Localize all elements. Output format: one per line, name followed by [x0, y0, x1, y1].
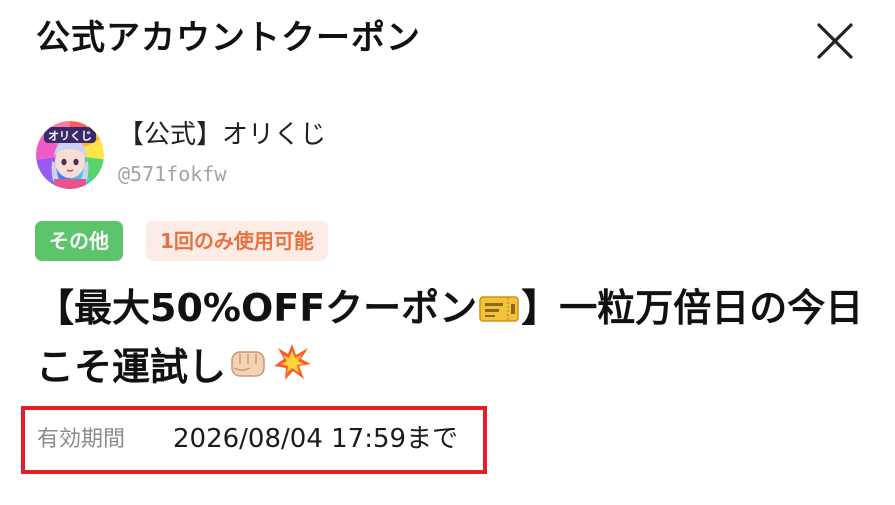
collision-icon [272, 341, 312, 397]
coupon-title-part1: 【最大50%OFFクーポン [36, 286, 478, 330]
svg-text:オリくじ: オリくじ [48, 130, 92, 143]
validity-period-highlight: 有効期間 2026/08/04 17:59まで [21, 406, 487, 474]
account-name[interactable]: 【公式】オリくじ [118, 117, 326, 153]
avatar-icon: オリくじ [36, 121, 104, 189]
account-id: @571fokfw [118, 162, 227, 186]
page-title: 公式アカウントクーポン [36, 18, 421, 58]
fist-icon [228, 341, 268, 397]
avatar[interactable]: オリくじ [36, 121, 104, 189]
usage-limit-tag: 1回のみ使用可能 [146, 221, 328, 261]
validity-label: 有効期間 [37, 427, 126, 452]
validity-date: 2026/08/04 17:59まで [173, 424, 459, 454]
coupon-title: 【最大50%OFFクーポン 】一粒万倍日の今日こそ運試し [36, 280, 866, 397]
close-button[interactable] [812, 18, 858, 64]
account-info[interactable]: オリくじ 【公式】オリくじ @571fokfw [36, 115, 736, 191]
category-tag: その他 [35, 221, 123, 261]
close-icon [817, 23, 853, 59]
ticket-icon [479, 283, 519, 339]
